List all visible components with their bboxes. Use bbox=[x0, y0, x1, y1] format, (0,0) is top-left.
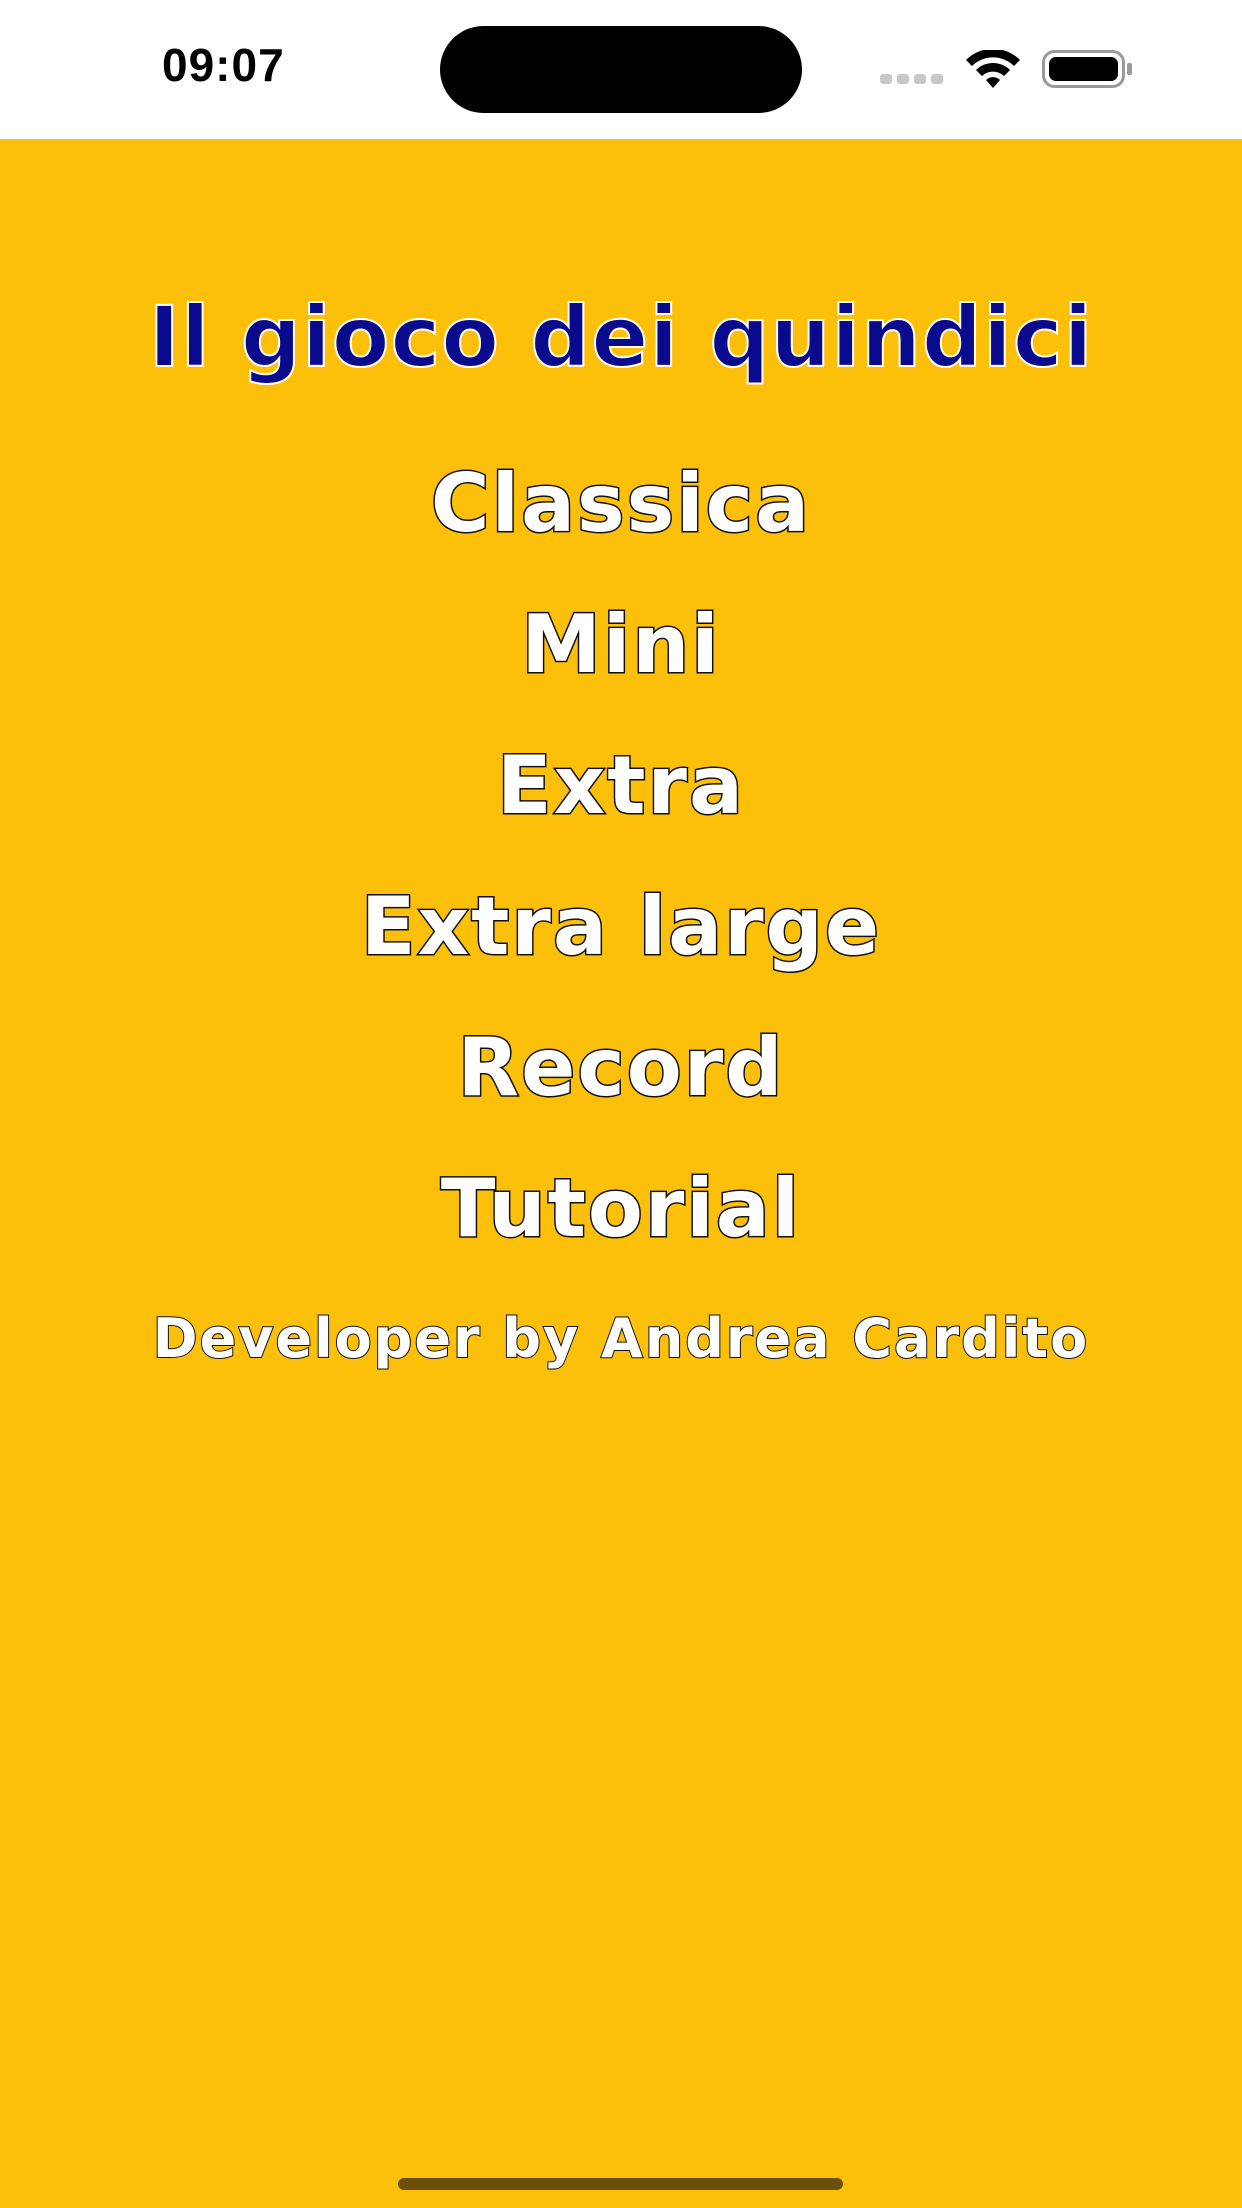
status-bar: 09:07 bbox=[0, 0, 1242, 139]
app-screen: 09:07 Il gioco dei quindici Classica Min… bbox=[0, 0, 1242, 2208]
developer-credit: Developer by Andrea Cardito bbox=[152, 1306, 1090, 1371]
battery-icon bbox=[1042, 50, 1132, 88]
menu-item-tutorial[interactable]: Tutorial bbox=[0, 1154, 1242, 1264]
menu-item-record[interactable]: Record bbox=[0, 1013, 1242, 1123]
menu-item-extra-large[interactable]: Extra large bbox=[0, 872, 1242, 982]
signal-icon bbox=[880, 74, 946, 86]
menu-item-extra[interactable]: Extra bbox=[0, 731, 1242, 841]
menu-item-classica[interactable]: Classica bbox=[0, 449, 1242, 559]
menu-item-mini[interactable]: Mini bbox=[0, 590, 1242, 700]
home-indicator[interactable] bbox=[398, 2178, 843, 2190]
main-menu-area: Il gioco dei quindici Classica Mini Extr… bbox=[0, 139, 1242, 2208]
status-time: 09:07 bbox=[162, 39, 285, 91]
dynamic-island bbox=[440, 26, 802, 113]
wifi-icon bbox=[966, 50, 1020, 88]
app-title: Il gioco dei quindici bbox=[148, 287, 1094, 387]
